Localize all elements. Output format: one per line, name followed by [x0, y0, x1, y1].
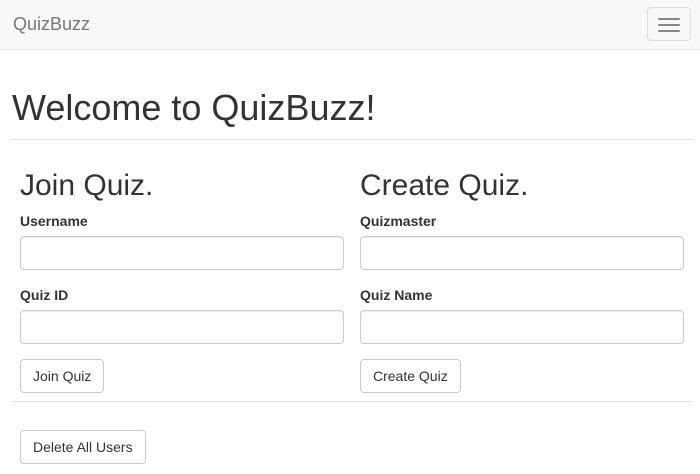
page-title: Welcome to QuizBuzz!	[12, 87, 376, 128]
quizmaster-label: Quizmaster	[360, 213, 437, 229]
quiz-id-input[interactable]	[20, 310, 344, 344]
section-divider	[12, 401, 692, 402]
join-quiz-heading: Join Quiz.	[20, 169, 154, 202]
delete-all-users-button[interactable]: Delete All Users	[20, 430, 146, 464]
navbar-toggle-button[interactable]	[647, 7, 691, 41]
join-quiz-button[interactable]: Join Quiz	[20, 359, 105, 393]
create-quiz-heading: Create Quiz.	[360, 169, 529, 202]
quizmaster-input[interactable]	[360, 236, 684, 270]
quiz-name-label: Quiz Name	[360, 287, 433, 303]
quiz-name-input[interactable]	[360, 310, 684, 344]
hamburger-bar	[658, 18, 680, 20]
hamburger-bar	[658, 24, 680, 26]
quiz-id-label: Quiz ID	[20, 287, 69, 303]
navbar: QuizBuzz	[0, 0, 700, 50]
username-input[interactable]	[20, 236, 344, 270]
navbar-brand[interactable]: QuizBuzz	[13, 13, 90, 35]
username-label: Username	[20, 213, 88, 229]
create-quiz-button[interactable]: Create Quiz	[360, 359, 461, 393]
title-divider	[12, 139, 692, 140]
hamburger-bar	[658, 30, 680, 32]
